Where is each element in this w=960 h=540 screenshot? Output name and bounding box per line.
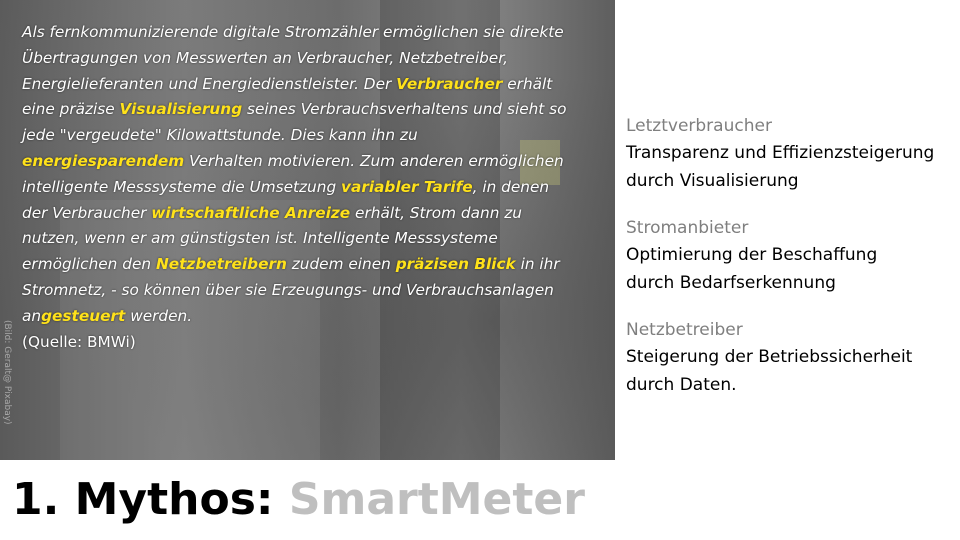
paragraph-text: Als fernkommunizierende digitale Stromzä… bbox=[22, 23, 566, 325]
title-prefix: 1. Mythos: bbox=[12, 474, 289, 525]
highlighted-term: präzisen Blick bbox=[395, 255, 516, 274]
slide-title: 1. Mythos: SmartMeter bbox=[12, 470, 585, 530]
highlighted-term: gesteuert bbox=[41, 306, 126, 325]
highlighted-term: wirtschaftliche Anreize bbox=[151, 203, 351, 222]
stakeholder-benefit-line2: durch Bedarfserkennung bbox=[626, 273, 836, 293]
stakeholder-group: Stromanbieter Optimierung der Beschaffun… bbox=[626, 215, 956, 297]
highlighted-term: Netzbetreibern bbox=[155, 255, 287, 274]
stakeholder-benefit: Steigerung der Betriebssicherheit bbox=[626, 347, 913, 367]
highlighted-term: energiesparendem bbox=[22, 151, 185, 170]
source-note: (Quelle: BMWi) bbox=[22, 332, 136, 351]
stakeholder-benefit-line2: durch Daten. bbox=[626, 375, 737, 395]
stakeholder-benefit: Optimierung der Beschaffung bbox=[626, 245, 878, 265]
stakeholder-label: Netzbetreiber bbox=[626, 320, 743, 340]
highlighted-term: Visualisierung bbox=[119, 100, 243, 119]
highlighted-term: Verbraucher bbox=[396, 74, 503, 93]
paragraph-run: zudem einen bbox=[286, 255, 396, 274]
stakeholder-group: Netzbetreiber Steigerung der Betriebssic… bbox=[626, 317, 956, 399]
highlighted-term: variabler Tarife bbox=[341, 177, 473, 196]
stakeholder-benefit: Transparenz und Effizienzsteigerung bbox=[626, 143, 935, 163]
photo-credit: (Bild: Geralt@ Pixabay) bbox=[2, 320, 12, 425]
stakeholder-list: Letztverbraucher Transparenz und Effizie… bbox=[626, 113, 956, 419]
title-highlight: SmartMeter bbox=[288, 474, 585, 525]
stakeholder-benefit-line2: durch Visualisierung bbox=[626, 171, 799, 191]
stakeholder-label: Stromanbieter bbox=[626, 218, 749, 238]
description-paragraph: Als fernkommunizierende digitale Stromzä… bbox=[22, 20, 567, 355]
stakeholder-group: Letztverbraucher Transparenz und Effizie… bbox=[626, 113, 956, 195]
stakeholder-label: Letztverbraucher bbox=[626, 116, 772, 136]
paragraph-run: werden. bbox=[125, 306, 193, 325]
